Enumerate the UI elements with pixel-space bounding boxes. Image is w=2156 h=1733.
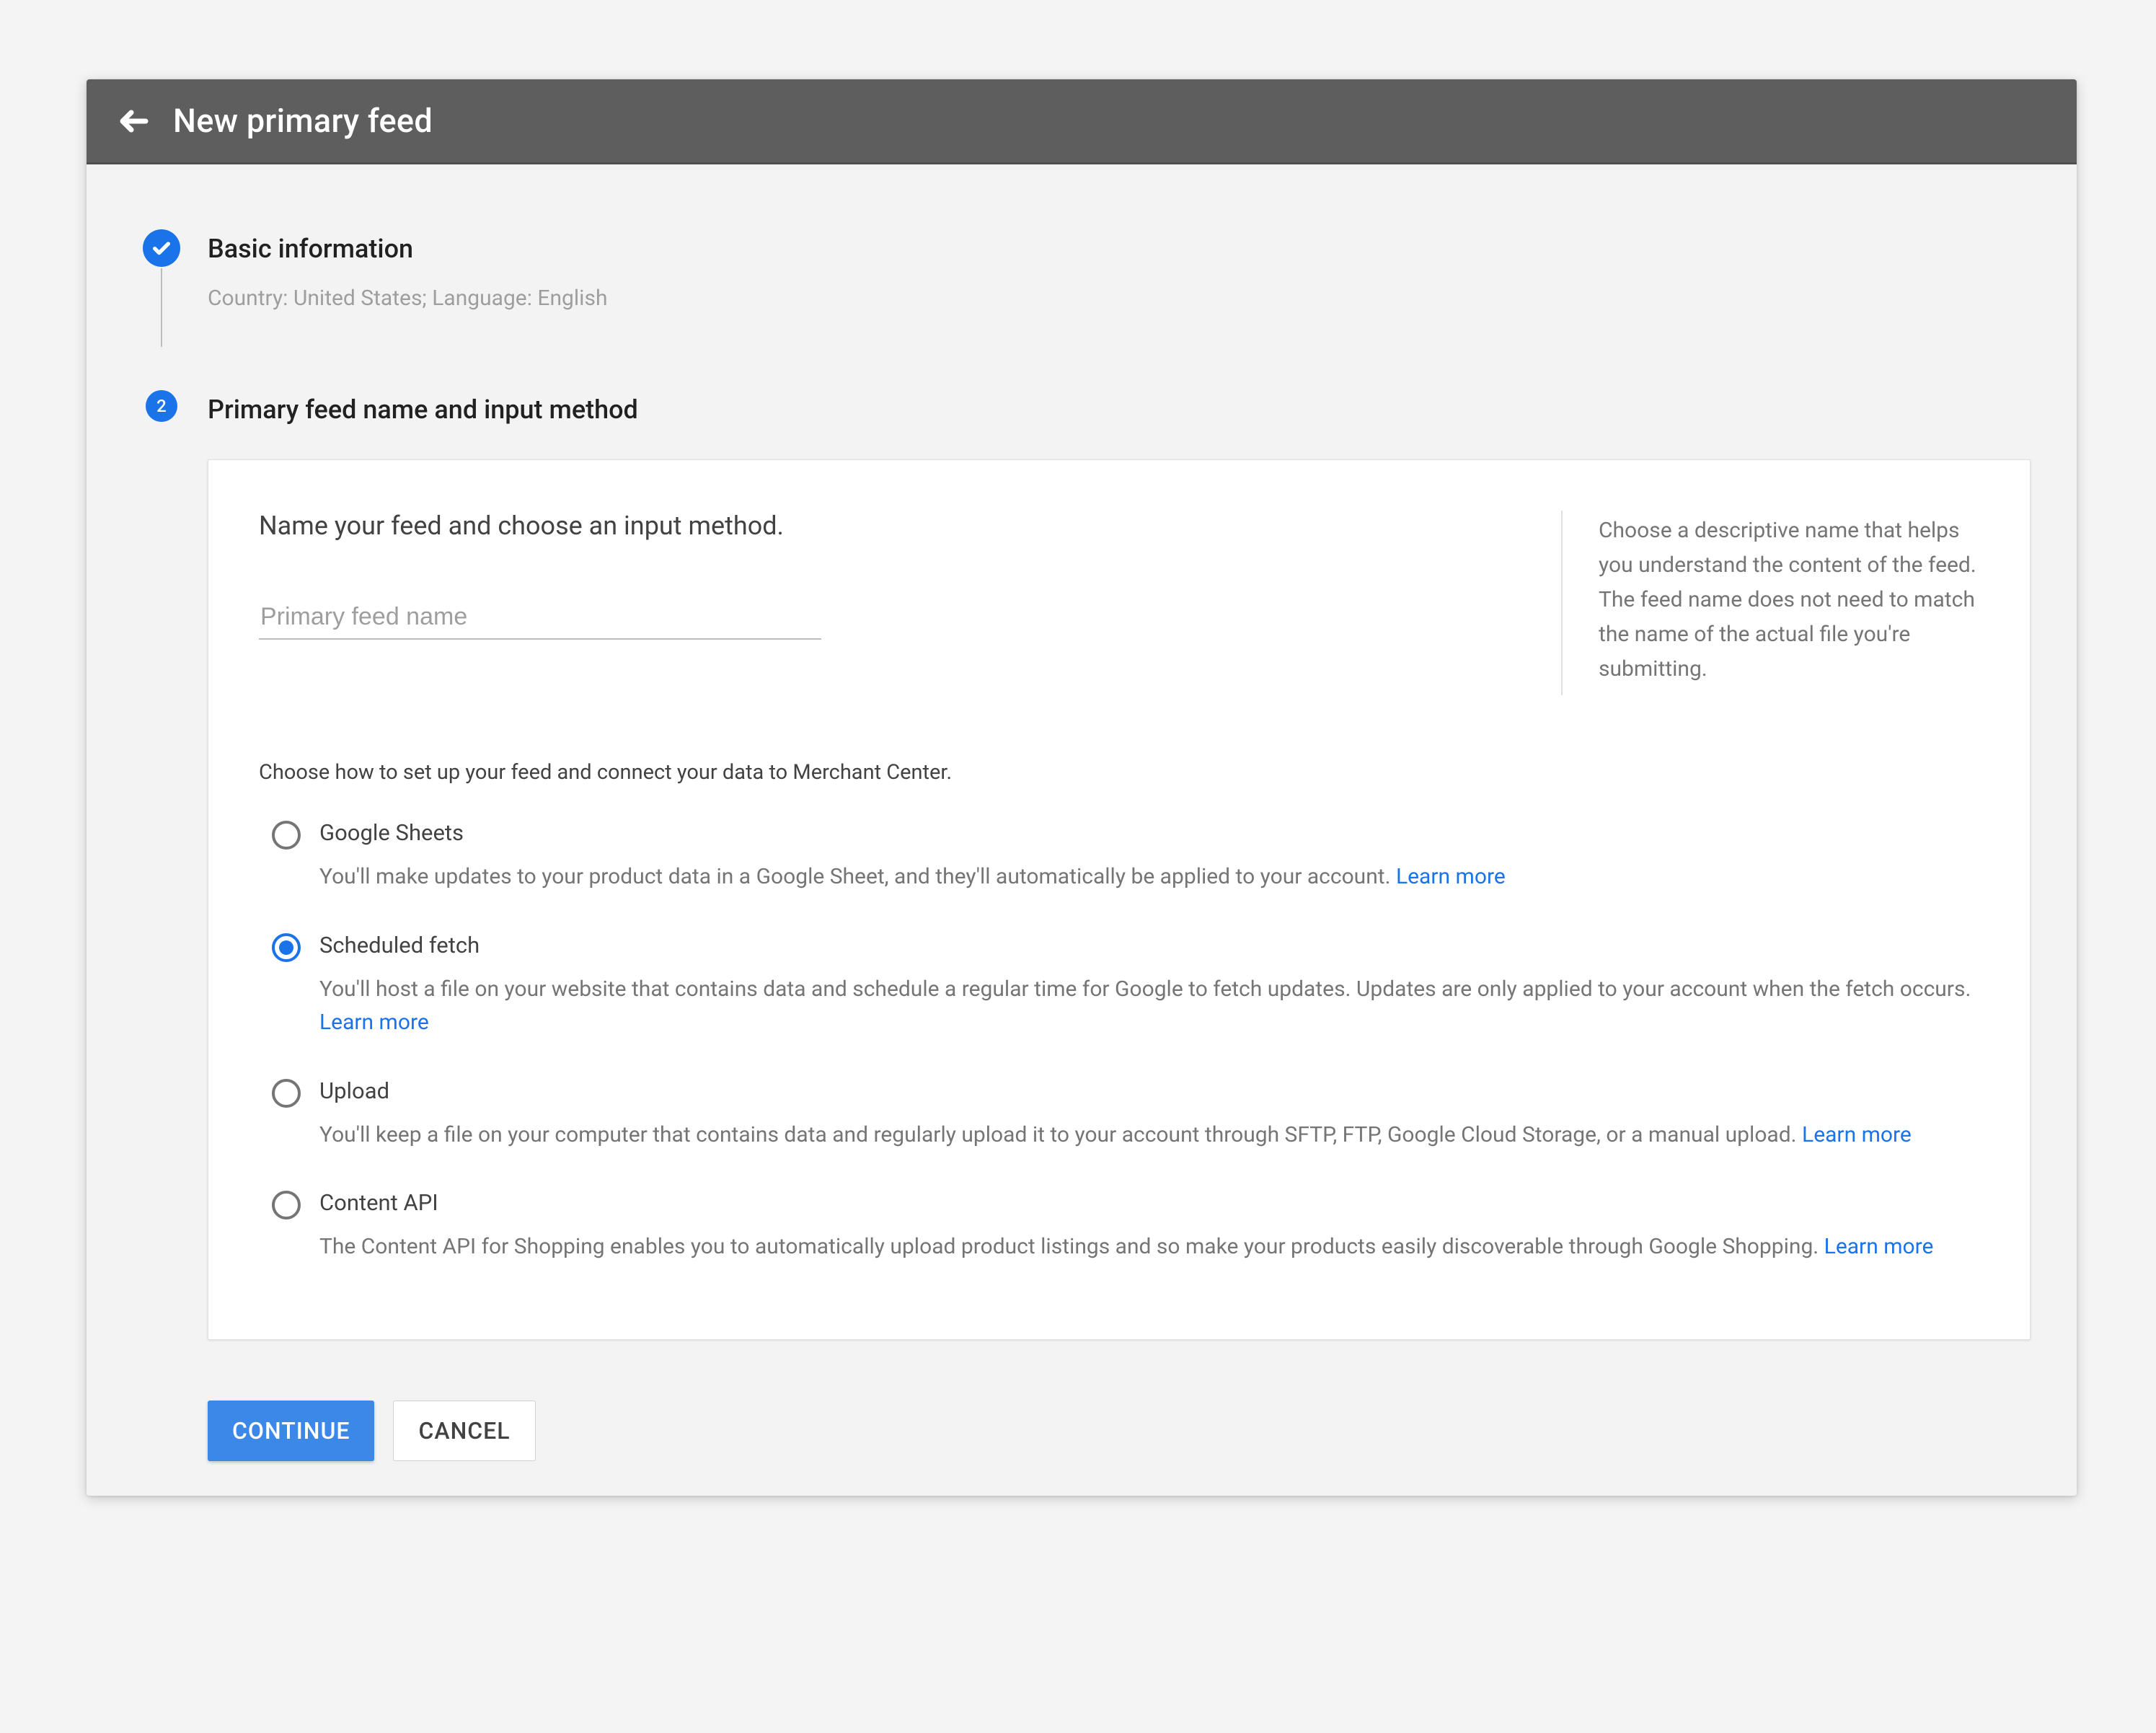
option-description: You'll make updates to your product data…	[319, 860, 1979, 894]
step1-content: Basic information Country: United States…	[180, 229, 2031, 311]
radio-icon[interactable]	[272, 1191, 301, 1220]
learn-more-link[interactable]: Learn more	[1824, 1234, 1934, 1259]
dialog-title: New primary feed	[173, 102, 433, 140]
step-complete-icon	[143, 229, 180, 267]
choose-method-label: Choose how to set up your feed and conne…	[259, 760, 1979, 785]
radio-icon[interactable]	[272, 933, 301, 962]
step2-panel: Name your feed and choose an input metho…	[208, 459, 2031, 1340]
dialog-body: Basic information Country: United States…	[87, 164, 2077, 1496]
step-basic-information: Basic information Country: United States…	[143, 229, 2031, 311]
stepper-connector	[161, 268, 162, 347]
option-body: Google Sheets You'll make updates to your…	[319, 819, 1979, 894]
option-label: Google Sheets	[319, 819, 1979, 846]
step-number-badge: 2	[146, 390, 177, 422]
panel-heading: Name your feed and choose an input metho…	[259, 511, 1518, 541]
step2-title: Primary feed name and input method	[208, 390, 2031, 425]
back-arrow-icon[interactable]	[117, 104, 151, 138]
step2-content: Primary feed name and input method Name …	[180, 390, 2031, 1340]
step-feed-name: 2 Primary feed name and input method Nam…	[143, 390, 2031, 1340]
primary-feed-name-input[interactable]	[259, 599, 821, 640]
option-body: Scheduled fetch You'll host a file on you…	[319, 932, 1979, 1040]
panel-left: Name your feed and choose an input metho…	[259, 511, 1518, 695]
continue-button[interactable]: CONTINUE	[208, 1401, 374, 1461]
option-label: Content API	[319, 1189, 1979, 1216]
input-method-option[interactable]: Content API The Content API for Shopping …	[259, 1176, 1979, 1289]
learn-more-link[interactable]: Learn more	[1396, 864, 1506, 889]
radio-icon[interactable]	[272, 1079, 301, 1108]
stepper: Basic information Country: United States…	[143, 229, 2031, 1340]
option-body: Content API The Content API for Shopping …	[319, 1189, 1979, 1264]
panel-top: Name your feed and choose an input metho…	[259, 511, 1979, 695]
step1-subtitle: Country: United States; Language: Englis…	[208, 286, 2031, 311]
input-method-option[interactable]: Google Sheets You'll make updates to your…	[259, 806, 1979, 919]
option-label: Upload	[319, 1077, 1979, 1104]
input-method-options: Google Sheets You'll make updates to your…	[259, 806, 1979, 1289]
option-description: You'll host a file on your website that …	[319, 973, 1979, 1040]
input-method-option[interactable]: Scheduled fetch You'll host a file on you…	[259, 919, 1979, 1064]
radio-icon[interactable]	[272, 821, 301, 850]
learn-more-link[interactable]: Learn more	[1802, 1122, 1912, 1147]
panel-help-text: Choose a descriptive name that helps you…	[1561, 511, 1979, 695]
dialog-header: New primary feed	[87, 79, 2077, 164]
option-description: You'll keep a file on your computer that…	[319, 1119, 1979, 1152]
step1-title: Basic information	[208, 229, 2031, 264]
dialog-card: New primary feed Basic information Count…	[87, 79, 2077, 1496]
option-label: Scheduled fetch	[319, 932, 1979, 958]
option-body: Upload You'll keep a file on your compute…	[319, 1077, 1979, 1152]
learn-more-link[interactable]: Learn more	[319, 1010, 429, 1035]
dialog-footer: CONTINUE CANCEL	[208, 1401, 2031, 1461]
input-method-option[interactable]: Upload You'll keep a file on your compute…	[259, 1064, 1979, 1177]
cancel-button[interactable]: CANCEL	[393, 1401, 535, 1461]
option-description: The Content API for Shopping enables you…	[319, 1230, 1979, 1264]
